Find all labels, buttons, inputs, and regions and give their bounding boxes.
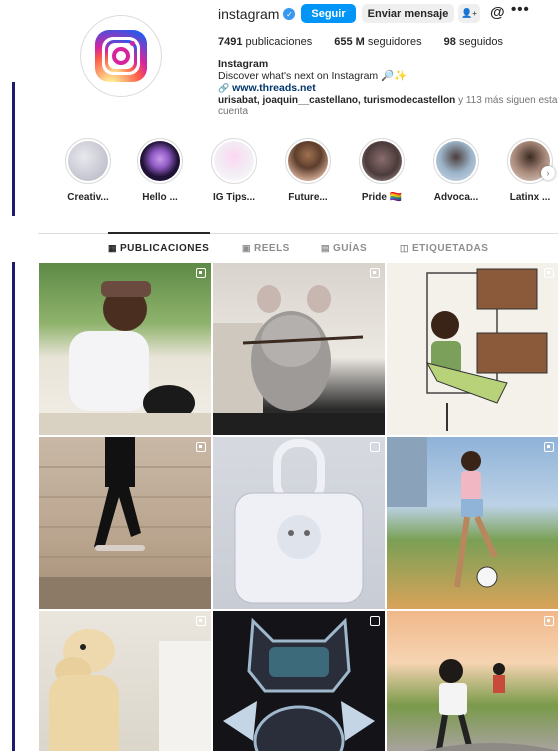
reel-indicator-icon bbox=[544, 616, 554, 626]
post-image bbox=[422, 659, 558, 751]
post-tile[interactable] bbox=[213, 437, 385, 609]
highlight-item[interactable]: Future... bbox=[276, 138, 340, 203]
link-icon: 🔗 bbox=[218, 83, 230, 93]
verified-badge-icon: ✓ bbox=[283, 8, 296, 20]
highlight-cover bbox=[214, 141, 254, 181]
highlight-label: IG Tips... bbox=[212, 192, 256, 203]
threads-icon[interactable]: @ bbox=[490, 4, 505, 21]
reel-indicator-icon bbox=[544, 442, 554, 452]
followed-by-users: urisabat, joaquin__castellano, turismode… bbox=[218, 95, 456, 106]
follow-button[interactable]: Seguir bbox=[301, 4, 356, 23]
post-tile[interactable] bbox=[39, 263, 211, 435]
tab-posts[interactable]: ▦ PUBLICACIONES bbox=[108, 243, 209, 254]
post-tile[interactable] bbox=[39, 611, 211, 751]
suggested-users-button[interactable]: 👤 + bbox=[458, 4, 480, 23]
followers-count[interactable]: 655 M seguidores bbox=[334, 36, 421, 48]
posts-count-value: 7491 bbox=[218, 36, 243, 48]
post-image bbox=[426, 268, 548, 431]
post-tile[interactable] bbox=[213, 611, 385, 751]
highlight-label: Pride 🏳️‍🌈 bbox=[361, 192, 403, 203]
post-tile[interactable] bbox=[387, 263, 558, 435]
followers-count-label: seguidores bbox=[367, 36, 422, 48]
profile-bio: Instagram Discover what's next on Instag… bbox=[218, 58, 548, 94]
highlight-label: Latinx ... bbox=[509, 192, 551, 203]
reel-indicator-icon bbox=[196, 442, 206, 452]
posts-count: 7491 publicaciones bbox=[218, 36, 312, 48]
highlight-cover bbox=[68, 141, 108, 181]
side-accent-line bbox=[12, 82, 15, 216]
highlight-cover bbox=[140, 141, 180, 181]
story-highlights: Creativ... Hello ... IG Tips... Future..… bbox=[56, 138, 558, 208]
post-image bbox=[387, 437, 498, 588]
post-image bbox=[223, 617, 375, 751]
highlight-item[interactable]: Advoca... bbox=[424, 138, 488, 203]
post-tile[interactable] bbox=[387, 611, 558, 751]
post-image bbox=[49, 629, 211, 751]
followers-count-value: 655 M bbox=[334, 36, 365, 48]
instagram-logo-icon bbox=[95, 30, 147, 82]
bio-link[interactable]: www.threads.net bbox=[232, 82, 316, 94]
post-image bbox=[39, 437, 211, 609]
add-user-icon: 👤 bbox=[461, 8, 473, 18]
post-tile[interactable] bbox=[213, 263, 385, 435]
highlight-cover bbox=[288, 141, 328, 181]
highlight-cover bbox=[362, 141, 402, 181]
highlight-cover bbox=[436, 141, 476, 181]
highlight-label: Hello ... bbox=[142, 192, 178, 203]
more-options-icon[interactable]: ••• bbox=[511, 1, 530, 18]
profile-username: instagram bbox=[218, 6, 280, 22]
following-count[interactable]: 98 seguidos bbox=[444, 36, 503, 48]
post-tile[interactable] bbox=[387, 437, 558, 609]
tab-reels[interactable]: ▣ REELS bbox=[242, 243, 290, 254]
highlights-next-icon[interactable]: › bbox=[541, 166, 555, 180]
carousel-indicator-icon bbox=[370, 616, 380, 626]
bio-text: Discover what's next on Instagram 🔎✨ bbox=[218, 70, 408, 82]
followed-by-text[interactable]: urisabat, joaquin__castellano, turismode… bbox=[218, 95, 558, 117]
following-count-label: seguidos bbox=[458, 36, 504, 48]
grid-icon: ▦ bbox=[108, 243, 118, 253]
guides-icon: ▤ bbox=[321, 243, 331, 253]
reel-indicator-icon bbox=[196, 268, 206, 278]
profile-display-name: Instagram bbox=[218, 58, 269, 70]
send-message-button[interactable]: Enviar mensaje bbox=[362, 4, 454, 23]
tab-label: PUBLICACIONES bbox=[120, 243, 210, 254]
highlight-label: Creativ... bbox=[67, 192, 109, 203]
profile-stats: 7491 publicaciones 655 M seguidores 98 s… bbox=[218, 36, 525, 48]
highlight-item[interactable]: IG Tips... bbox=[202, 138, 266, 203]
tagged-icon: ◫ bbox=[400, 243, 410, 253]
post-image bbox=[213, 285, 385, 435]
tab-tagged[interactable]: ◫ ETIQUETADAS bbox=[400, 243, 488, 254]
post-image bbox=[39, 281, 211, 435]
highlight-item[interactable]: Creativ... bbox=[56, 138, 120, 203]
reel-indicator-icon bbox=[544, 268, 554, 278]
highlight-label: Advoca... bbox=[433, 192, 479, 203]
highlight-label: Future... bbox=[288, 192, 328, 203]
highlight-item[interactable]: Hello ... bbox=[128, 138, 192, 203]
reel-indicator-icon bbox=[196, 616, 206, 626]
tab-label: ETIQUETADAS bbox=[412, 243, 489, 254]
post-image bbox=[234, 439, 364, 604]
reels-icon: ▣ bbox=[242, 243, 252, 253]
following-count-value: 98 bbox=[443, 36, 456, 48]
carousel-indicator-icon bbox=[370, 442, 380, 452]
tab-guides[interactable]: ▤ GUÍAS bbox=[321, 243, 367, 254]
post-tile[interactable] bbox=[39, 437, 211, 609]
profile-header-row: instagram ✓ bbox=[218, 5, 296, 23]
side-accent-line bbox=[12, 262, 15, 751]
tab-label: REELS bbox=[254, 243, 290, 254]
reel-indicator-icon bbox=[370, 268, 380, 278]
tab-label: GUÍAS bbox=[333, 243, 368, 254]
posts-count-label: publicaciones bbox=[245, 36, 313, 48]
highlight-item[interactable]: Pride 🏳️‍🌈 bbox=[350, 138, 414, 203]
profile-avatar[interactable] bbox=[80, 15, 162, 97]
active-tab-indicator bbox=[108, 232, 210, 234]
